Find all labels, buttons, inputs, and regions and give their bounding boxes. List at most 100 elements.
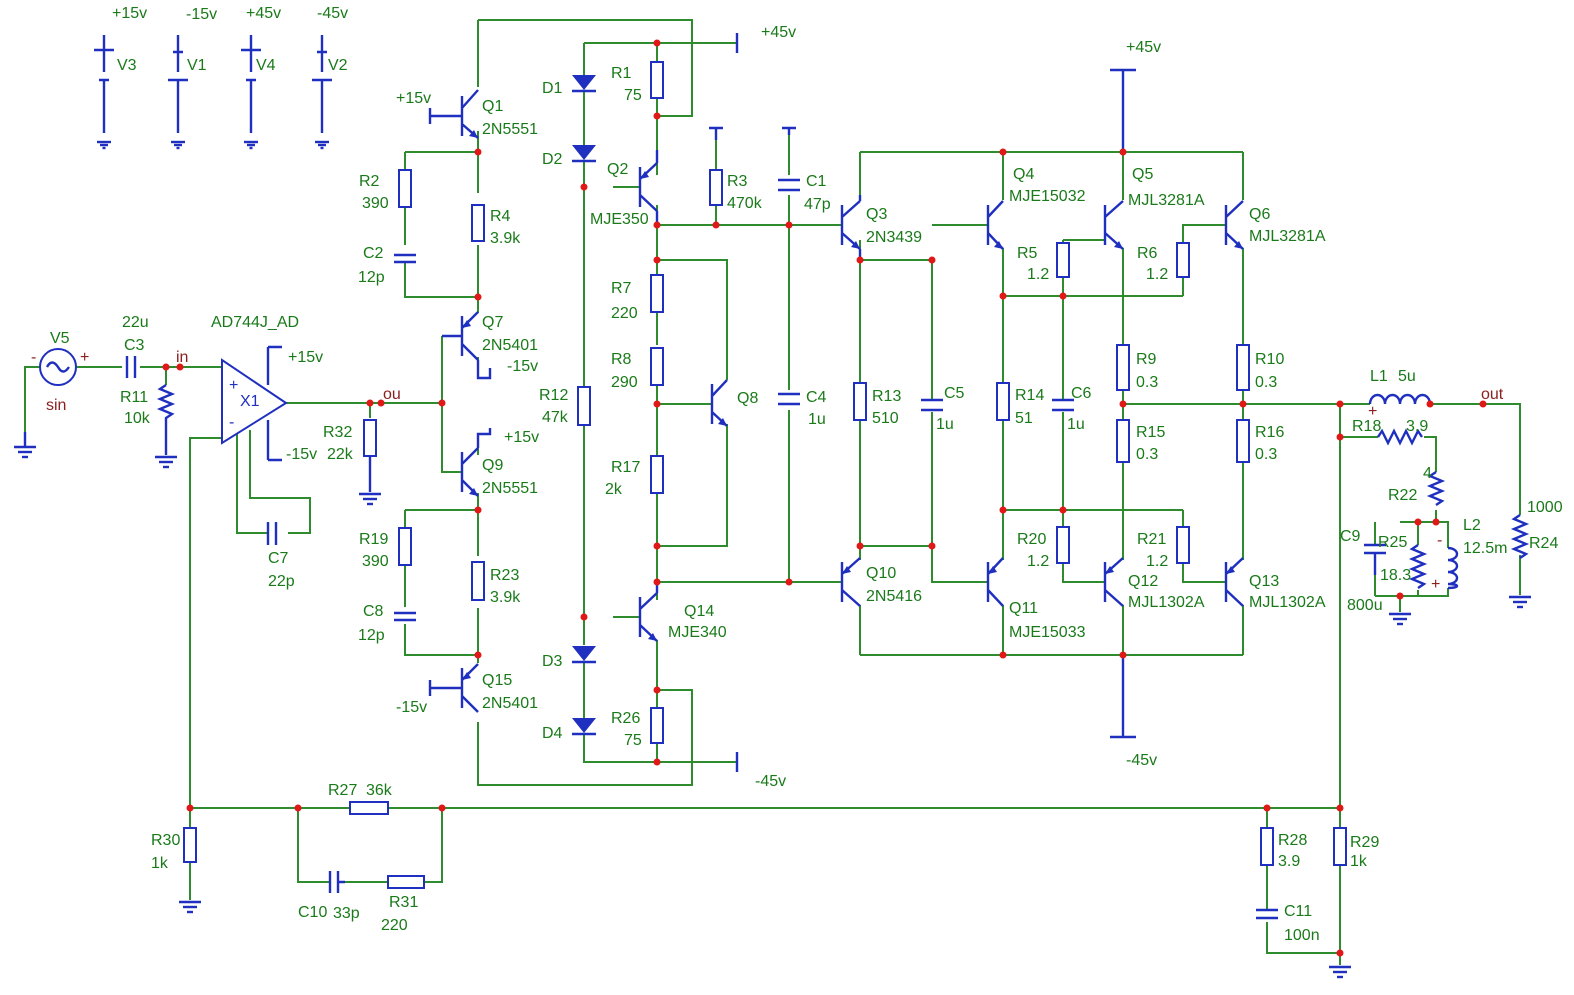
label-x1: X1 [240, 393, 260, 410]
label-q3-part: 2N3439 [866, 229, 922, 246]
label-sin: sin [46, 397, 66, 414]
label-c6-value: 1u [1067, 416, 1085, 433]
r6-resistor-icon [1176, 242, 1190, 278]
d3-diode-icon [572, 646, 596, 664]
label-net-out: out [1481, 386, 1504, 403]
label-r21: R21 [1137, 531, 1166, 548]
label-l2: L2 [1463, 517, 1481, 534]
d2-diode-icon [572, 145, 596, 163]
r12-resistor-icon [577, 386, 591, 426]
label-q14-part: MJE340 [668, 624, 727, 641]
label-r20: R20 [1017, 531, 1046, 548]
label-r2: R2 [359, 173, 380, 190]
r13-resistor-icon [853, 382, 867, 421]
label-c6: C6 [1071, 385, 1092, 402]
label-c9-value: 800u [1347, 597, 1383, 614]
label-l1: L1 [1370, 368, 1388, 385]
r28-resistor-icon [1260, 827, 1274, 866]
label-c5: C5 [944, 385, 965, 402]
label-r29-value: 1k [1350, 853, 1368, 870]
label-q11: Q11 [1009, 600, 1038, 617]
svg-text:-: - [1437, 532, 1442, 549]
label-r5-value: 1.2 [1027, 266, 1049, 283]
label-q6: Q6 [1249, 206, 1270, 223]
label-x1-part: AD744J_AD [211, 314, 299, 331]
label-r19-value: 390 [362, 553, 389, 570]
label-r22: R22 [1388, 487, 1417, 504]
l1-inductor-icon: + [1368, 393, 1432, 420]
d1-diode-icon [572, 75, 596, 93]
c8-capacitor-icon [394, 611, 416, 622]
label-c11-value: 100n [1284, 927, 1320, 944]
label-c8: C8 [363, 603, 384, 620]
label-q6-part: MJL3281A [1249, 228, 1326, 245]
label-supply-v1: -15v [186, 6, 217, 23]
label-c2-value: 12p [358, 269, 385, 286]
label-q9-part: 2N5551 [482, 480, 538, 497]
label-r23-value: 3.9k [490, 589, 521, 606]
label-c10-value: 33p [333, 905, 360, 922]
r32-resistor-icon [357, 419, 383, 506]
r8-resistor-icon [650, 347, 664, 386]
label-r13: R13 [872, 388, 901, 405]
label-r8: R8 [611, 351, 632, 368]
label-r24-value: 1000 [1527, 499, 1563, 516]
label-r14-value: 51 [1015, 410, 1033, 427]
r2-resistor-icon [398, 169, 412, 208]
label-supply-v2: -45v [317, 5, 348, 22]
label-r25: R25 [1378, 534, 1407, 551]
label-c1: C1 [806, 173, 827, 190]
label-v3: V3 [117, 57, 137, 74]
label-r10: R10 [1255, 351, 1284, 368]
label-q15-supply: -15v [396, 699, 427, 716]
label-r30: R30 [151, 832, 180, 849]
label-r16-value: 0.3 [1255, 446, 1277, 463]
label-net-in: in [176, 349, 188, 366]
q15-transistor-icon [428, 663, 479, 713]
label-q13: Q13 [1249, 573, 1279, 590]
label-r21-value: 1.2 [1146, 553, 1168, 570]
label-bottom-45v: -45v [755, 773, 786, 790]
label-r27: R27 [328, 782, 357, 799]
label-r1-value: 75 [624, 87, 642, 104]
r26-resistor-icon [650, 707, 664, 744]
label-r10-value: 0.3 [1255, 374, 1277, 391]
label-r26-value: 75 [624, 732, 642, 749]
label-r13-value: 510 [872, 410, 899, 427]
label-q1-part: 2N5551 [482, 121, 538, 138]
q3-transistor-icon [840, 195, 862, 260]
label-q3: Q3 [866, 206, 887, 223]
label-r22-value: 4 [1423, 465, 1432, 482]
label-top-45v: +45v [761, 24, 796, 41]
label-r17: R17 [611, 459, 640, 476]
supply-v4-icon [241, 35, 261, 150]
label-d1: D1 [542, 80, 563, 97]
labels: +15v -15v +45v -45v V3 V1 V4 V2 V5 sin 2… [46, 5, 1563, 944]
label-r28-value: 3.9 [1278, 853, 1300, 870]
label-r17-value: 2k [605, 481, 623, 498]
c7-capacitor-icon [266, 522, 278, 545]
r25-resistor-icon [1408, 544, 1428, 589]
label-r12: R12 [539, 387, 568, 404]
label-c2: C2 [363, 245, 384, 262]
label-q2: Q2 [607, 161, 628, 178]
label-r30-value: 1k [151, 855, 169, 872]
label-q13-part: MJL1302A [1249, 594, 1326, 611]
label-r25-value: 18.3 [1380, 567, 1411, 584]
label-q7: Q7 [482, 314, 503, 331]
label-r7-value: 220 [611, 305, 638, 322]
c3-capacitor-icon [125, 356, 137, 378]
label-r29: R29 [1350, 834, 1379, 851]
r31-resistor-icon [387, 875, 425, 889]
wires [24, 19, 1521, 965]
label-r4: R4 [490, 208, 511, 225]
r15-resistor-icon [1116, 419, 1130, 463]
label-r18-value: 3.9 [1406, 418, 1428, 435]
label-net-ou: ou [383, 386, 401, 403]
schematic-canvas: - + + - + - + +15v -15v +45v -45v V3 V1 … [0, 0, 1574, 995]
label-supply-v3: +15v [112, 5, 147, 22]
label-r11-value: 10k [124, 410, 151, 427]
label-r27-value: 36k [366, 782, 393, 799]
label-l2-value: 12.5m [1463, 540, 1507, 557]
label-c3: C3 [124, 337, 145, 354]
